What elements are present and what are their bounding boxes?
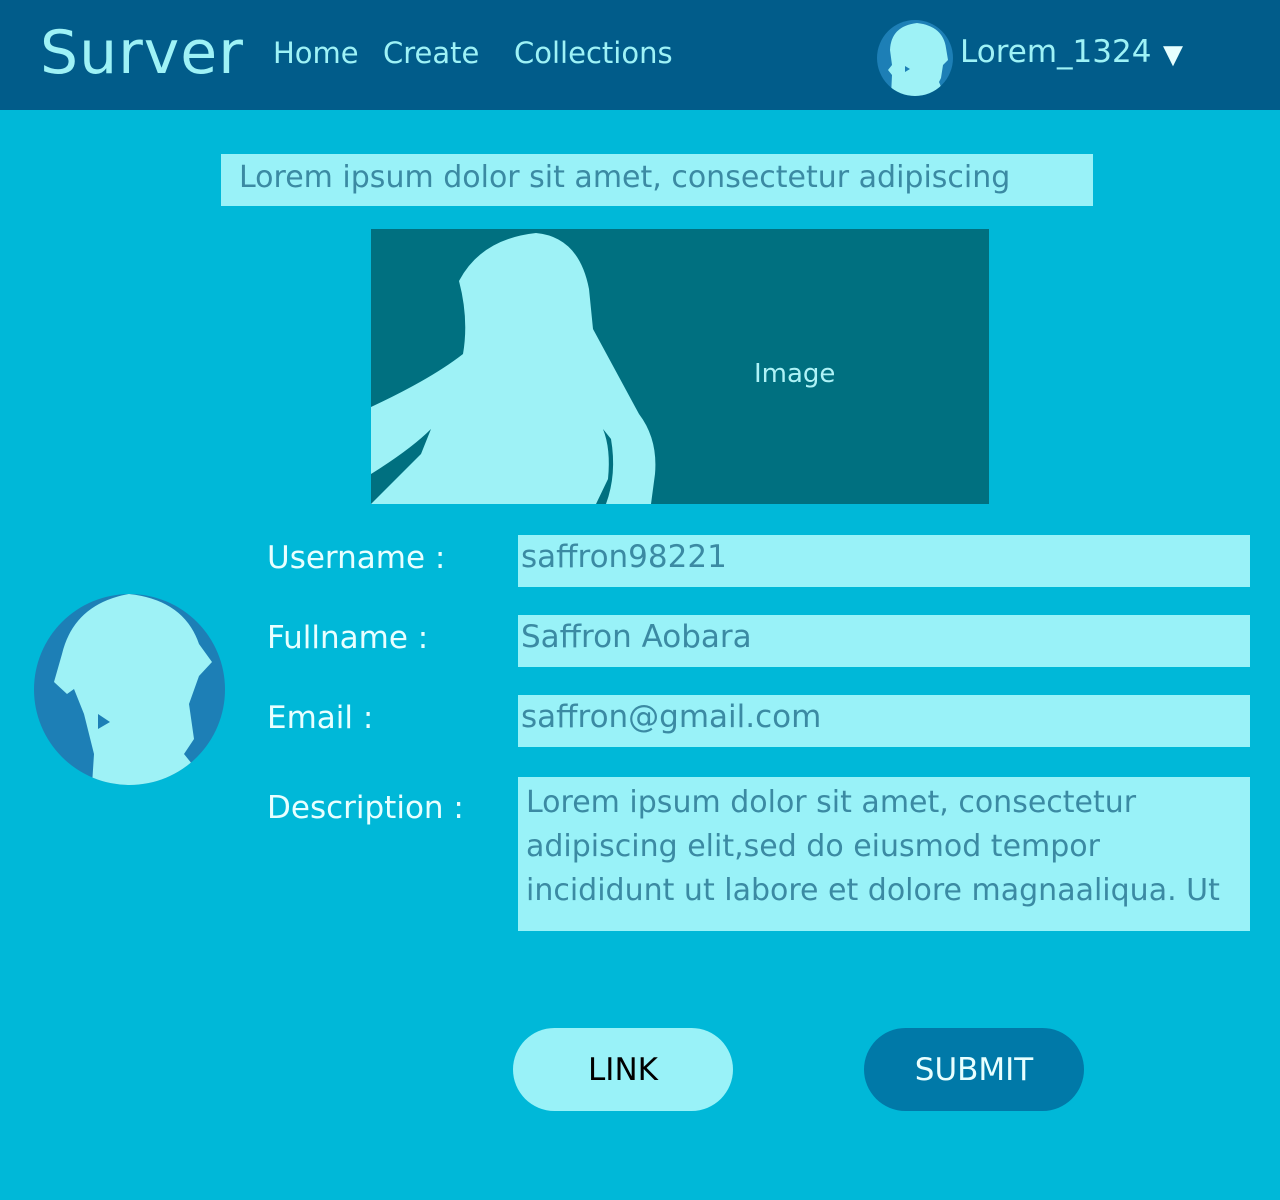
page-title: Lorem ipsum dolor sit amet, consectetur …	[221, 154, 1093, 206]
nav-link-create[interactable]: Create	[383, 36, 479, 70]
username-label: Username :	[267, 540, 446, 576]
username-field[interactable]: saffron98221	[518, 535, 1250, 587]
top-navbar: Surver Home Create Collections Lorem_132…	[0, 0, 1280, 110]
description-label: Description :	[267, 790, 464, 826]
account-username[interactable]: Lorem_1324	[960, 34, 1151, 70]
nav-link-collections[interactable]: Collections	[514, 36, 673, 70]
cover-image[interactable]: Image	[371, 229, 989, 504]
user-avatar-icon[interactable]	[877, 20, 953, 96]
profile-avatar-icon[interactable]	[34, 594, 225, 785]
image-placeholder-label: Image	[754, 359, 836, 389]
long-hair-silhouette-image	[371, 233, 656, 504]
submit-button[interactable]: SUBMIT	[864, 1028, 1084, 1111]
fullname-label: Fullname :	[267, 620, 429, 656]
app-logo[interactable]: Surver	[40, 18, 244, 88]
fullname-field[interactable]: Saffron Aobara	[518, 615, 1250, 667]
email-label: Email :	[267, 700, 374, 736]
nav-link-home[interactable]: Home	[273, 36, 359, 70]
chevron-down-icon[interactable]: ▼	[1163, 40, 1183, 70]
email-field[interactable]: saffron@gmail.com	[518, 695, 1250, 747]
link-button[interactable]: LINK	[513, 1028, 733, 1111]
description-field[interactable]: Lorem ipsum dolor sit amet, consectetur …	[518, 777, 1250, 931]
